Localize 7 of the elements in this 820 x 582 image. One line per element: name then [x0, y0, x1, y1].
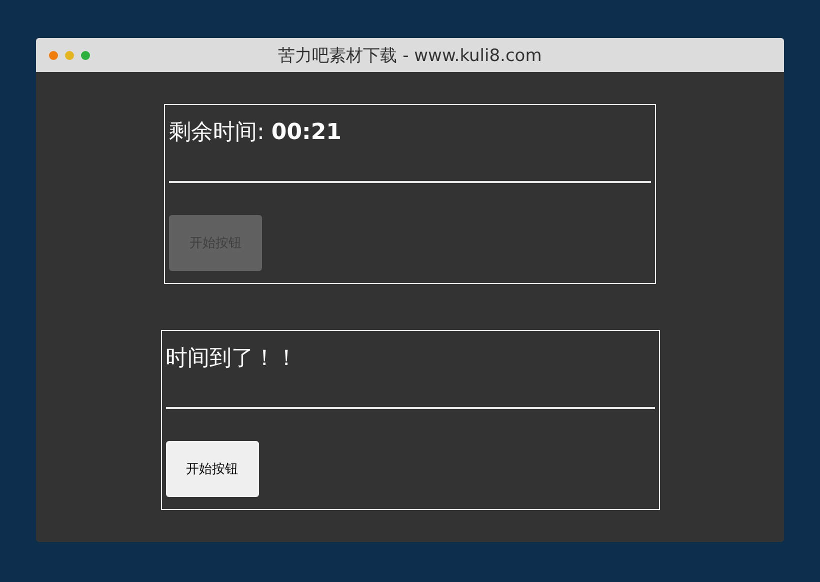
- close-dot-icon[interactable]: [49, 51, 58, 60]
- start-button[interactable]: 开始按钮: [166, 441, 258, 497]
- timer-message: 时间到了！！: [166, 345, 298, 373]
- maximize-dot-icon[interactable]: [81, 51, 90, 60]
- window-title: 苦力吧素材下载 - www.kuli8.com: [278, 44, 542, 66]
- minimize-dot-icon[interactable]: [65, 51, 74, 60]
- timer-message: 剩余时间: 00:21: [169, 119, 342, 147]
